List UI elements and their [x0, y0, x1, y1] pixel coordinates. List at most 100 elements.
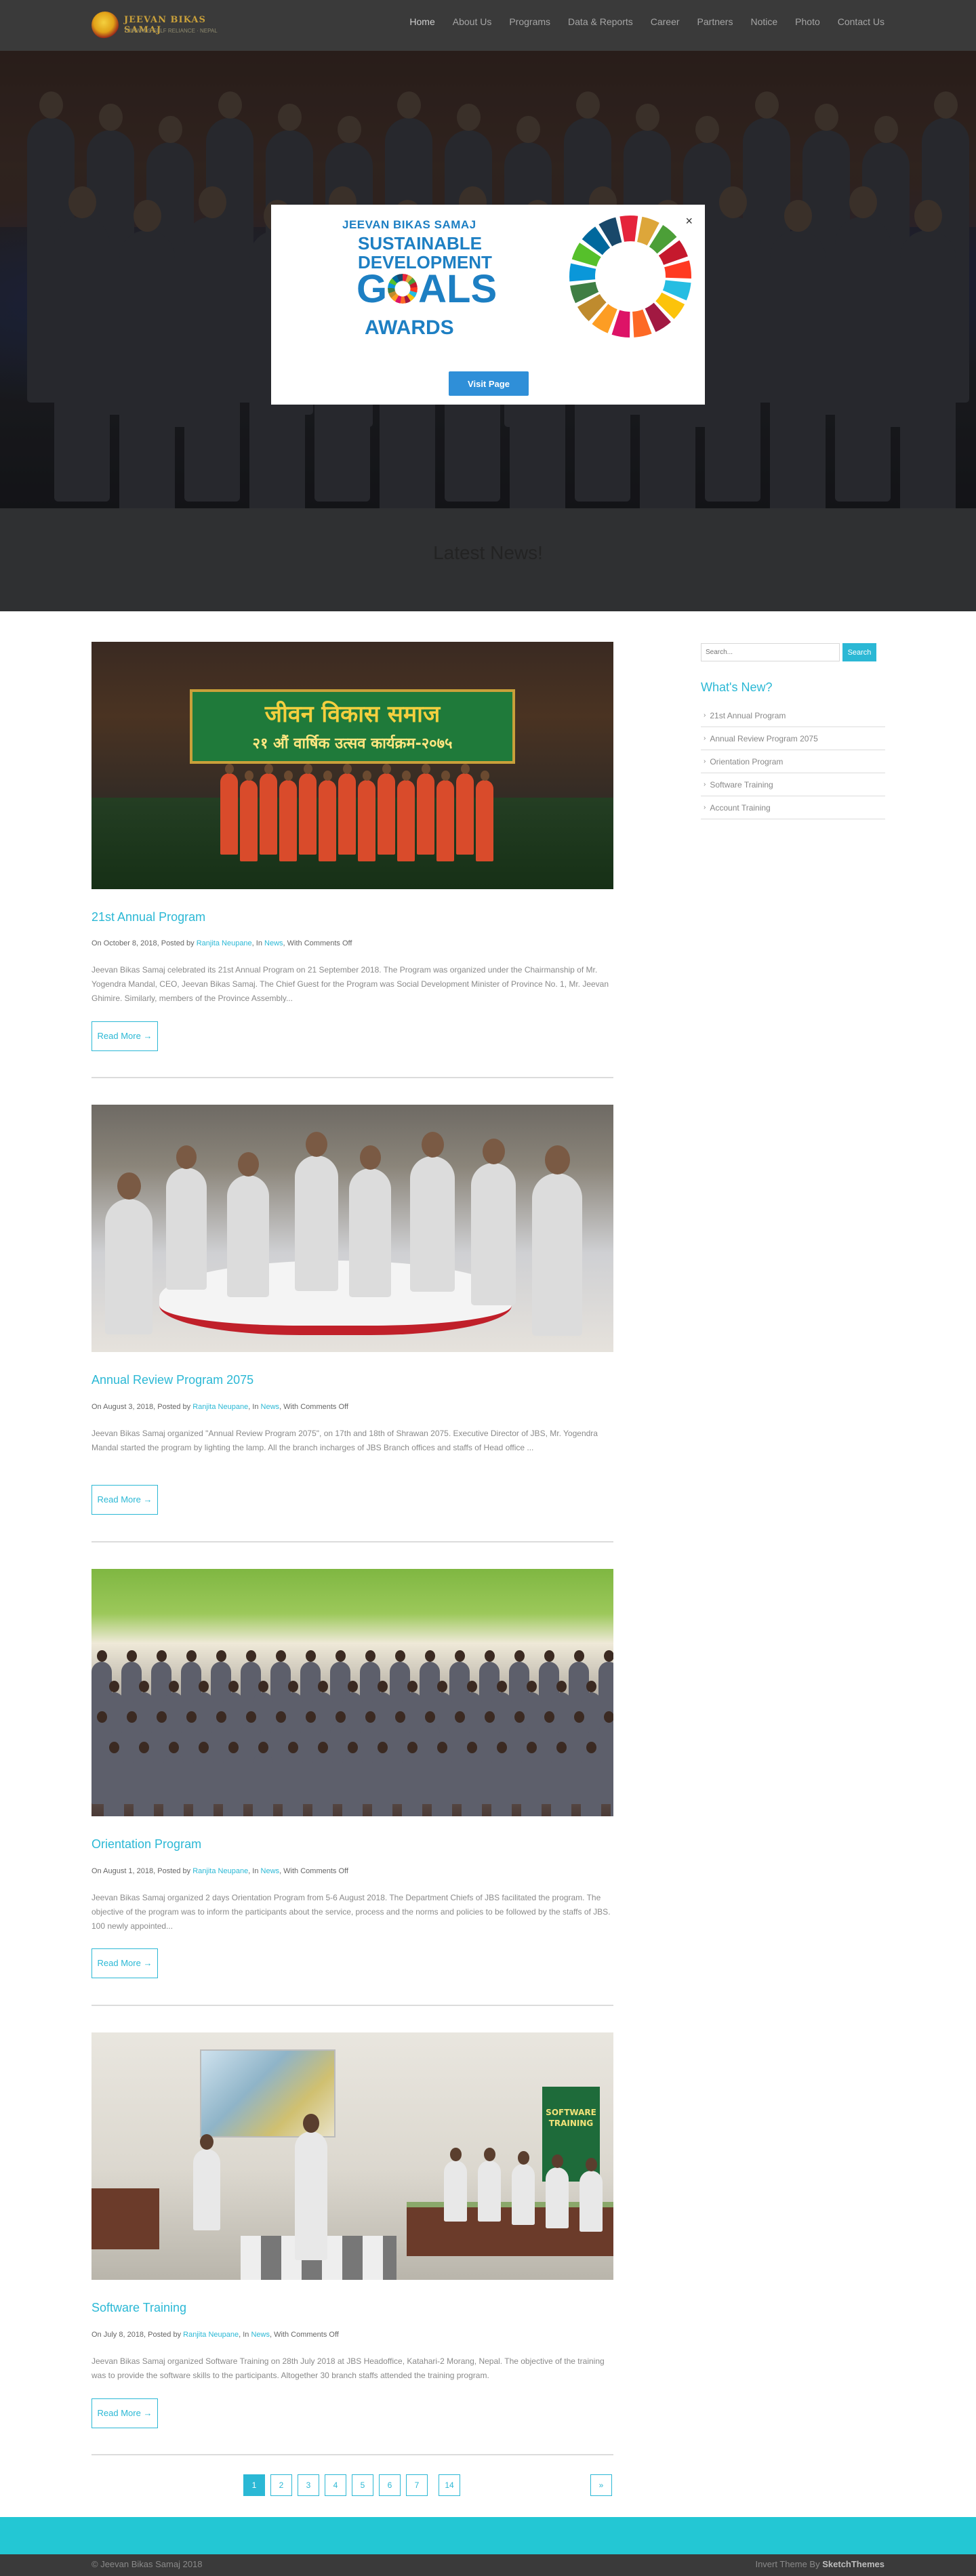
- person-head: [377, 1742, 388, 1754]
- person-head: [245, 1711, 256, 1723]
- nav-contact-us[interactable]: Contact Us: [838, 16, 884, 27]
- read-more-button[interactable]: Read More →: [92, 2398, 158, 2428]
- person-head: [586, 1742, 596, 1754]
- person-head: [424, 1711, 435, 1723]
- post-excerpt: Jeevan Bikas Samaj organized 2 days Orie…: [92, 1893, 611, 1931]
- nav-data-reports[interactable]: Data & Reports: [568, 16, 633, 27]
- post-category-link[interactable]: News: [261, 1867, 280, 1875]
- chevron-right-icon: ›: [704, 804, 706, 811]
- footer-copyright: © Jeevan Bikas Samaj 2018: [92, 2559, 203, 2569]
- sidebar-item-software-training[interactable]: › Software Training: [701, 773, 885, 796]
- read-more-button[interactable]: Read More →: [92, 1485, 158, 1515]
- nav-partners[interactable]: Partners: [697, 16, 733, 27]
- post-category-link[interactable]: News: [251, 2331, 270, 2339]
- search-input[interactable]: [701, 643, 840, 661]
- post-comments-status: , With Comments Off: [283, 939, 352, 947]
- person-figure: [253, 1753, 273, 1816]
- post-meta: On August 1, 2018, Posted by Ranjita Neu…: [92, 1867, 348, 1875]
- post-category-link[interactable]: News: [264, 939, 283, 947]
- person-head: [460, 764, 470, 774]
- nav-notice[interactable]: Notice: [750, 16, 777, 27]
- sidebar-item-account-training[interactable]: › Account Training: [701, 796, 885, 819]
- person-head: [305, 1711, 316, 1723]
- page-1[interactable]: 1: [243, 2474, 265, 2496]
- post-author-link[interactable]: Ranjita Neupane: [192, 1403, 248, 1411]
- person-figure: [476, 780, 493, 862]
- page-3[interactable]: 3: [298, 2474, 319, 2496]
- nav-about-us[interactable]: About Us: [453, 16, 492, 27]
- post-divider: [92, 1541, 613, 1542]
- person-figure: [358, 780, 375, 862]
- post-image-annual-program[interactable]: जीवन विकास समाज २१ औं वार्षिक उत्सव कार्…: [92, 642, 613, 889]
- person-head: [401, 771, 411, 781]
- sidebar-item-21st-annual-program[interactable]: › 21st Annual Program: [701, 704, 885, 727]
- person-figure: [319, 780, 336, 862]
- person-figure: [342, 1753, 363, 1816]
- post-date: On August 3, 2018, Posted by: [92, 1403, 191, 1411]
- person-head: [335, 1650, 346, 1662]
- person-head: [228, 1742, 239, 1754]
- person-head: [441, 771, 450, 781]
- post-author-link[interactable]: Ranjita Neupane: [192, 1867, 248, 1875]
- sdg-wheel-icon: [569, 216, 691, 338]
- person-figure: [227, 1175, 269, 1298]
- post-comments-status: , With Comments Off: [269, 2331, 339, 2339]
- person-head: [482, 1139, 505, 1164]
- post-author-link[interactable]: Ranjita Neupane: [183, 2331, 239, 2339]
- post-author-link[interactable]: Ranjita Neupane: [197, 939, 252, 947]
- visit-page-button[interactable]: Visit Page: [449, 371, 529, 396]
- sidebar-item-annual-review[interactable]: › Annual Review Program 2075: [701, 727, 885, 750]
- person-figure: [104, 1753, 124, 1816]
- sdg-wheel-segment: [569, 263, 596, 282]
- sidebar-item-orientation[interactable]: › Orientation Program: [701, 750, 885, 773]
- page-title: Latest News!: [433, 542, 543, 563]
- person-head: [377, 1681, 388, 1693]
- post-comments-status: , With Comments Off: [279, 1403, 348, 1411]
- sidebar-item-label: Annual Review Program 2075: [710, 733, 818, 743]
- site-logo[interactable]: JEEVAN BIKAS SAMAJ TOWARDS SELF RELIANCE…: [92, 8, 220, 42]
- read-more-button[interactable]: Read More →: [92, 1021, 158, 1051]
- page-14[interactable]: 14: [439, 2474, 460, 2496]
- person-head: [228, 1681, 239, 1693]
- person-figure: [462, 1753, 482, 1816]
- post-meta-in: , In: [248, 1867, 259, 1875]
- person-figure: [512, 2163, 535, 2225]
- post-title-link[interactable]: 21st Annual Program: [92, 910, 205, 924]
- footer-credit: Invert Theme By SketchThemes: [755, 2559, 884, 2569]
- page-4[interactable]: 4: [325, 2474, 346, 2496]
- post-title-link[interactable]: Software Training: [92, 2301, 186, 2315]
- person-head: [394, 1650, 405, 1662]
- person-figure: [402, 1753, 422, 1816]
- post-title-link[interactable]: Annual Review Program 2075: [92, 1373, 253, 1387]
- post-date: On October 8, 2018, Posted by: [92, 939, 195, 947]
- post-title-link[interactable]: Orientation Program: [92, 1837, 201, 1852]
- nav-programs[interactable]: Programs: [509, 16, 550, 27]
- post-image-annual-review[interactable]: [92, 1105, 613, 1352]
- person-head: [305, 1650, 316, 1662]
- footer-credit-link[interactable]: SketchThemes: [822, 2559, 884, 2569]
- person-head: [526, 1742, 537, 1754]
- post-category-link[interactable]: News: [261, 1403, 280, 1411]
- post-image-software-training[interactable]: SOFTWARE TRAINING: [92, 2032, 613, 2280]
- stage-performers: [92, 642, 613, 889]
- search-button[interactable]: Search: [842, 643, 876, 661]
- nav-career[interactable]: Career: [651, 16, 680, 27]
- nav-photo[interactable]: Photo: [795, 16, 820, 27]
- person-figure: [491, 1753, 512, 1816]
- person-head: [224, 764, 234, 774]
- person-head: [245, 1650, 256, 1662]
- person-head: [514, 1650, 525, 1662]
- nav-home[interactable]: Home: [409, 16, 434, 27]
- page-2[interactable]: 2: [270, 2474, 292, 2496]
- person-head: [287, 1742, 298, 1754]
- person-head: [483, 2148, 495, 2161]
- page-6[interactable]: 6: [379, 2474, 401, 2496]
- next-page-button[interactable]: »: [590, 2474, 612, 2496]
- read-more-button[interactable]: Read More →: [92, 1948, 158, 1978]
- person-head: [317, 1681, 328, 1693]
- post-image-orientation[interactable]: [92, 1569, 613, 1816]
- person-head: [421, 1132, 444, 1158]
- person-figure: [279, 780, 297, 862]
- page-7[interactable]: 7: [406, 2474, 428, 2496]
- page-5[interactable]: 5: [352, 2474, 373, 2496]
